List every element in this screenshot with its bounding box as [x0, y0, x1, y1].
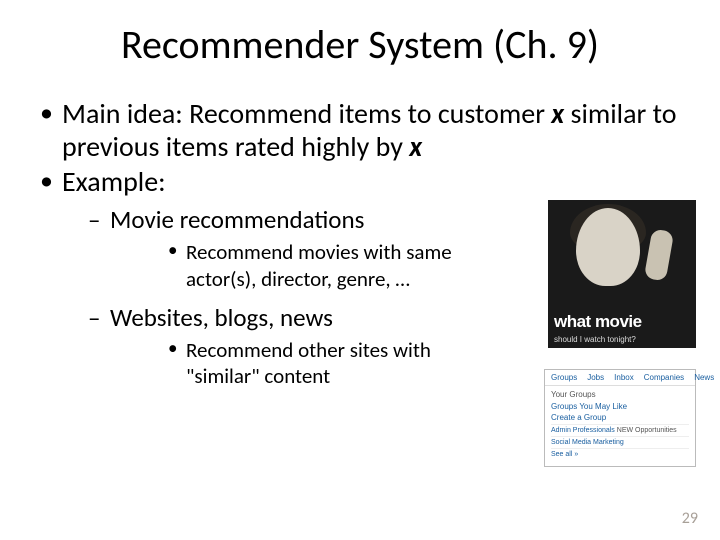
l1-item-main-idea: Main idea: Recommend items to customer x… — [36, 97, 684, 163]
text-fragment: Example: — [62, 164, 166, 199]
groups-card-image: Groups Jobs Inbox Companies News Your Gr… — [544, 369, 696, 467]
variable-x: x — [551, 96, 564, 131]
page-number: 29 — [682, 509, 698, 528]
card-row: Admin Professionals NEW Opportunities — [551, 424, 689, 434]
card-panel-title: Your Groups — [551, 390, 689, 399]
movie-poster-image: what movie should I watch tonight? — [548, 200, 696, 348]
card-tab: Inbox — [614, 373, 634, 382]
card-row: See all » — [551, 448, 689, 458]
poster-subcaption: should I watch tonight? — [554, 335, 636, 344]
card-row-link: See all » — [551, 451, 578, 458]
poster-caption: what movie — [554, 312, 642, 332]
card-row-text: NEW Opportunities — [617, 427, 677, 434]
text-fragment: Websites, blogs, news — [110, 302, 333, 333]
variable-x: x — [409, 129, 422, 164]
card-tab: Jobs — [587, 373, 604, 382]
text-fragment: Main idea: Recommend items to customer — [62, 96, 551, 131]
card-tabs: Groups Jobs Inbox Companies News — [545, 370, 695, 386]
card-panel: Your Groups Groups You May Like Create a… — [545, 386, 695, 466]
card-tab: Companies — [644, 373, 684, 382]
slide-title: Recommender System (Ch. 9) — [36, 20, 684, 69]
card-row-link: Admin Professionals — [551, 427, 615, 434]
card-tab: Groups — [551, 373, 577, 382]
card-row: Social Media Marketing — [551, 436, 689, 446]
card-panel-link: Create a Group — [551, 413, 689, 422]
card-row-link: Social Media Marketing — [551, 439, 624, 446]
poster-shape — [644, 228, 674, 281]
card-tab: News — [694, 373, 714, 382]
card-panel-link: Groups You May Like — [551, 402, 689, 411]
poster-shape — [576, 208, 640, 286]
text-fragment: Movie recommendations — [110, 204, 364, 235]
